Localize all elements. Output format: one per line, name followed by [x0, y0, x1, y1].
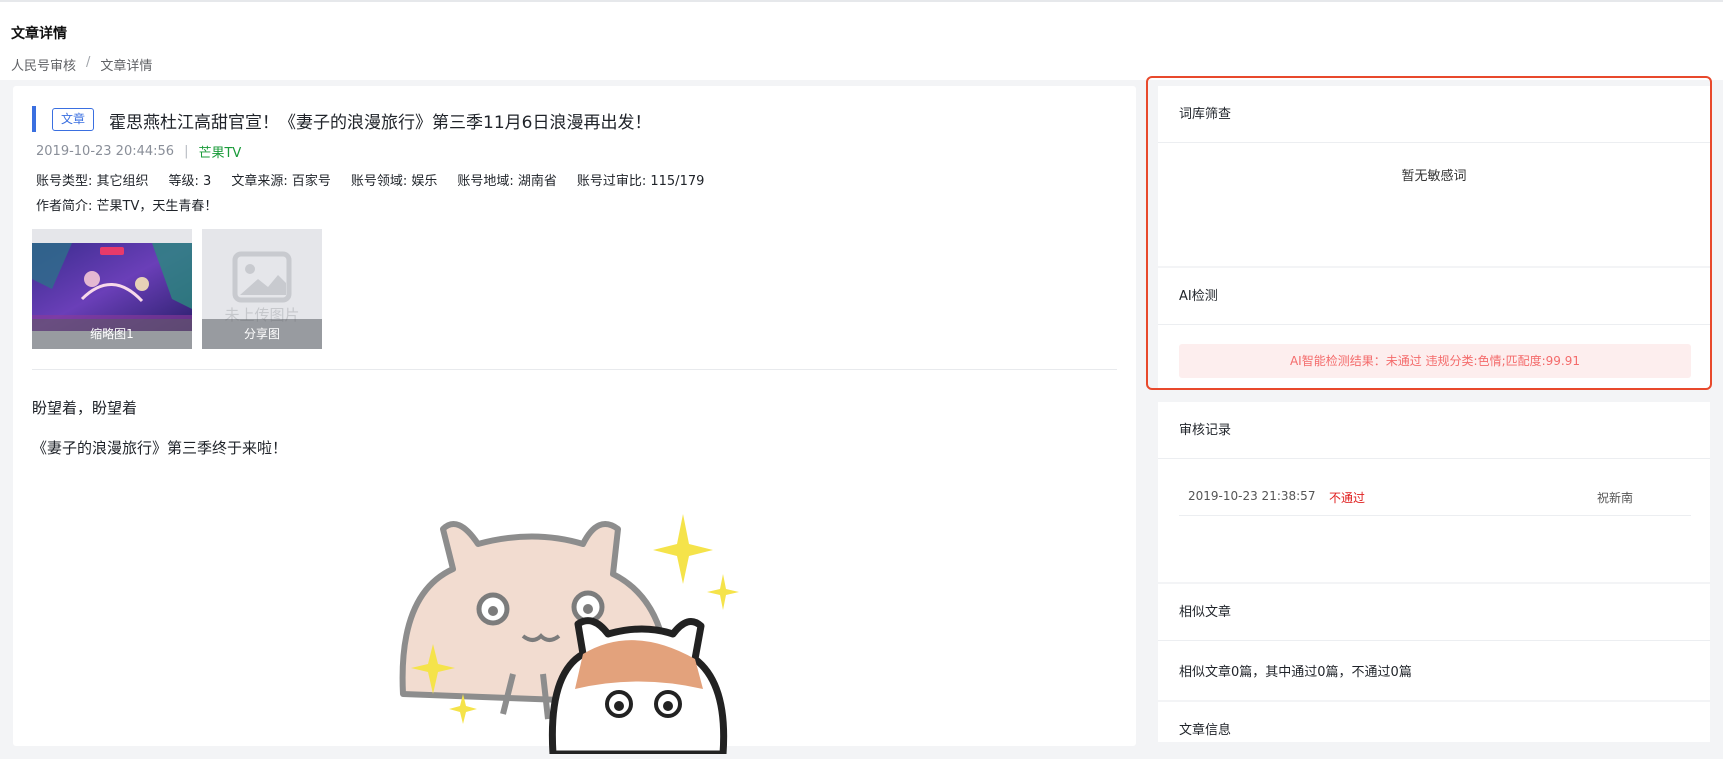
ai-panel: AI检测 AI智能检测结果：未通过 违规分类:色情;匹配度:99.91 [1158, 268, 1710, 388]
breadcrumb-separator: / [86, 55, 91, 70]
account-info: 账号类型: 其它组织 等级: 3 文章来源: 百家号 账号领域: 娱乐 账号地域… [36, 170, 704, 189]
page-header: 文章详情 人民号审核 / 文章详情 [0, 2, 1723, 80]
breadcrumb-item-review[interactable]: 人民号审核 [11, 55, 76, 74]
similar-summary: 相似文章0篇，其中通过0篇，不通过0篇 [1179, 665, 1412, 680]
review-panel-title: 审核记录 [1158, 402, 1710, 459]
account-region: 账号地域: 湖南省 [457, 174, 557, 189]
info-panel-title: 文章信息 [1179, 723, 1232, 738]
article-title: 霍思燕杜江高甜官宣！《妻子的浪漫旅行》第三季11月6日浪漫再出发！ [109, 113, 652, 133]
title-accent-bar [32, 106, 36, 132]
share-image[interactable]: 未上传图片 分享图 [202, 229, 322, 349]
account-level: 等级: 3 [168, 174, 212, 189]
thumbnail-caption: 缩略图1 [32, 319, 192, 349]
article-paragraph: 《妻子的浪漫旅行》第三季终于来啦！ [32, 439, 288, 457]
author-intro: 作者简介: 芒果TV，天生青春！ [36, 199, 218, 214]
review-row: 2019-10-23 21:38:57 不通过 祝新南 [1179, 478, 1691, 516]
source-name[interactable]: 芒果TV [198, 142, 241, 161]
meta-separator: | [184, 144, 189, 159]
lexicon-panel: 词库筛查 暂无敏感词 [1158, 86, 1710, 266]
no-sensitive-words: 暂无敏感词 [1401, 169, 1467, 184]
publish-time: 2019-10-23 20:44:56 [36, 144, 175, 159]
account-pass-ratio: 账号过审比: 115/179 [576, 174, 705, 189]
reviewer-name: 祝新南 [1597, 491, 1634, 505]
breadcrumb-item-current: 文章详情 [100, 59, 153, 74]
breadcrumb: 人民号审核 / 文章详情 [11, 55, 152, 74]
account-type: 账号类型: 其它组织 [36, 174, 149, 189]
similar-articles-panel: 相似文章 相似文章0篇，其中通过0篇，不通过0篇 [1158, 584, 1710, 700]
review-status: 不通过 [1329, 491, 1366, 505]
review-time: 2019-10-23 21:38:57 [1188, 489, 1316, 503]
article-info-panel: 文章信息 [1158, 702, 1710, 742]
ai-panel-title: AI检测 [1158, 268, 1710, 325]
thumbnail-image[interactable]: 缩略图1 [32, 229, 192, 349]
article-type-tag: 文章 [52, 108, 95, 131]
article-card: 文章 霍思燕杜江高甜官宣！《妻子的浪漫旅行》第三季11月6日浪漫再出发！ 201… [13, 86, 1136, 754]
hamster-sticker-image [399, 514, 739, 754]
review-record-panel: 审核记录 2019-10-23 21:38:57 不通过 祝新南 [1158, 402, 1710, 582]
article-meta: 2019-10-23 20:44:56 | 芒果TV [36, 142, 241, 161]
share-image-caption: 分享图 [202, 319, 322, 349]
article-paragraph: 盼望着，盼望着 [32, 399, 138, 417]
article-origin: 文章来源: 百家号 [231, 174, 331, 189]
content-divider [32, 369, 1117, 370]
ai-result-alert: AI智能检测结果：未通过 违规分类:色情;匹配度:99.91 [1179, 344, 1691, 378]
lexicon-panel-title: 词库筛查 [1158, 86, 1710, 143]
similar-panel-title: 相似文章 [1158, 584, 1710, 641]
account-domain: 账号领域: 娱乐 [350, 174, 438, 189]
page-title: 文章详情 [11, 26, 67, 42]
